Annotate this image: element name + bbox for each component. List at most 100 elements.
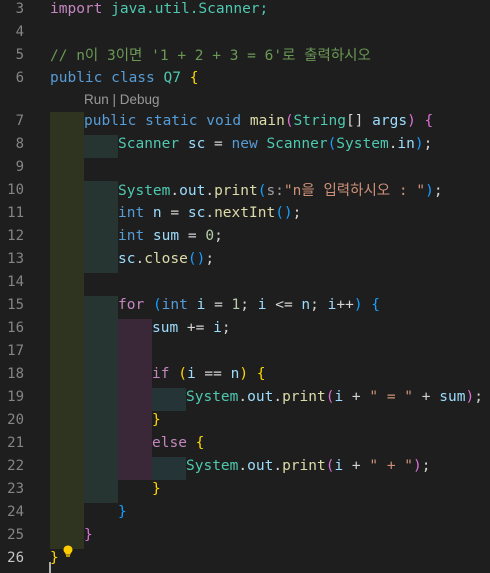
code-line-11[interactable]: 11 int n = sc.nextInt(); <box>0 201 490 224</box>
line-number: 14 <box>7 273 24 290</box>
variable: i <box>334 457 344 474</box>
type-name: Scanner <box>118 135 180 152</box>
keyword-public: public <box>50 69 103 86</box>
keyword-for: for <box>118 296 145 313</box>
line-number: 16 <box>7 319 24 336</box>
semicolon: ; <box>292 204 302 221</box>
variable: i <box>334 388 344 405</box>
line-number: 4 <box>15 23 24 40</box>
line-number: 25 <box>7 526 24 543</box>
keyword-new: new <box>231 135 258 152</box>
variable: n <box>301 296 311 313</box>
code-line-8[interactable]: 8 Scanner sc = new Scanner(System.in); <box>0 132 490 155</box>
debug-codelens-link[interactable]: Debug <box>120 92 160 107</box>
code-line-7[interactable]: 7 public static void main(String[] args)… <box>0 109 490 132</box>
operator: = <box>205 296 232 313</box>
line-number: 15 <box>7 296 24 313</box>
line-number: 7 <box>15 112 24 129</box>
code-line-14[interactable]: 14 <box>0 270 490 293</box>
string-literal: " + " <box>369 457 414 474</box>
codelens: Run | Debug <box>84 89 160 109</box>
field: out <box>247 457 274 474</box>
variable: i <box>213 319 222 336</box>
variable: sum <box>439 388 466 405</box>
dot: . <box>238 388 248 405</box>
code-line-21[interactable]: 21 else { <box>0 431 490 454</box>
brace: } <box>50 549 59 566</box>
code-line-16[interactable]: 16 sum += i; <box>0 316 490 339</box>
code-line-25[interactable]: 25 } <box>0 523 490 546</box>
dot: . <box>273 457 283 474</box>
semicolon: ; <box>421 457 431 474</box>
method-name: print <box>214 183 258 199</box>
method-name: main <box>241 112 285 129</box>
line-number: 21 <box>7 434 24 451</box>
text-cursor <box>49 562 51 573</box>
semicolon: ; <box>433 183 443 199</box>
line-number: 20 <box>7 411 24 428</box>
code-line-3[interactable]: 3 import java.util.Scanner; <box>0 0 490 20</box>
code-line-23[interactable]: 23 } <box>0 477 490 500</box>
class-name: Q7 <box>154 69 190 86</box>
line-number: 19 <box>7 388 24 405</box>
operator: <= <box>266 296 302 313</box>
line-number: 12 <box>7 227 24 244</box>
dot: . <box>170 183 180 199</box>
brace: } <box>84 526 93 543</box>
dot: . <box>205 183 215 199</box>
type-name: Scanner <box>257 135 328 152</box>
operator: + <box>343 457 370 474</box>
code-line-6[interactable]: 6 public class Q7 { <box>0 66 490 89</box>
type-name: System <box>186 457 239 474</box>
semicolon: ; <box>310 296 328 313</box>
keyword-if: if <box>152 365 170 382</box>
brace: } <box>152 480 161 497</box>
code-line-10[interactable]: 10 System.out.print(s:"n을 입력하시오 : "); <box>0 178 490 201</box>
code-line-13[interactable]: 13 sc.close(); <box>0 247 490 270</box>
keyword-int: int <box>118 227 145 244</box>
paren: ( <box>327 135 337 152</box>
paren: ) <box>407 112 416 129</box>
type-name: System <box>186 388 239 405</box>
code-line-17[interactable]: 17 <box>0 339 490 362</box>
code-line-20[interactable]: 20 } <box>0 408 490 431</box>
semicolon: ; <box>214 227 223 244</box>
operator: + <box>343 388 370 405</box>
operator: = <box>205 135 232 152</box>
paren: ) <box>465 388 475 405</box>
line-number: 8 <box>15 135 24 152</box>
code-line-9[interactable]: 9 <box>0 155 490 178</box>
method-name: nextInt <box>214 204 276 221</box>
paren: () <box>187 250 206 267</box>
line-number: 13 <box>7 250 24 267</box>
dot: . <box>273 388 283 405</box>
brace: { <box>189 69 199 86</box>
code-line-5[interactable]: 5 // n이 3이면 '1 + 2 + 3 = 6'로 출력하시오 <box>0 43 490 66</box>
code-line-15[interactable]: 15 for (int i = 1; i <= n; i++) { <box>0 293 490 316</box>
code-line-24[interactable]: 24 } <box>0 500 490 523</box>
code-line-26[interactable]: 26 } <box>0 546 490 569</box>
number-literal: 1 <box>231 296 241 313</box>
keyword-static: static <box>136 112 198 129</box>
code-line-4[interactable]: 4 <box>0 20 490 43</box>
code-line-22[interactable]: 22 System.out.print(i + " + "); <box>0 454 490 477</box>
line-number: 26 <box>7 549 24 566</box>
number-literal: 0 <box>205 227 215 244</box>
code-line-19[interactable]: 19 System.out.print(i + " = " + sum); <box>0 385 490 408</box>
variable: sum <box>144 227 180 244</box>
code-line-18[interactable]: 18 if (i == n) { <box>0 362 490 385</box>
paren: ( <box>178 365 187 382</box>
operator: == <box>195 365 231 382</box>
paren: ) <box>414 135 424 152</box>
brace: { <box>371 296 381 313</box>
line-number: 22 <box>7 457 24 474</box>
brace: } <box>152 411 161 428</box>
operator: + <box>413 388 440 405</box>
run-codelens-link[interactable]: Run <box>84 92 109 107</box>
code-line-12[interactable]: 12 int sum = 0; <box>0 224 490 247</box>
lightbulb-icon[interactable] <box>63 545 73 557</box>
line-number: 10 <box>7 181 24 198</box>
